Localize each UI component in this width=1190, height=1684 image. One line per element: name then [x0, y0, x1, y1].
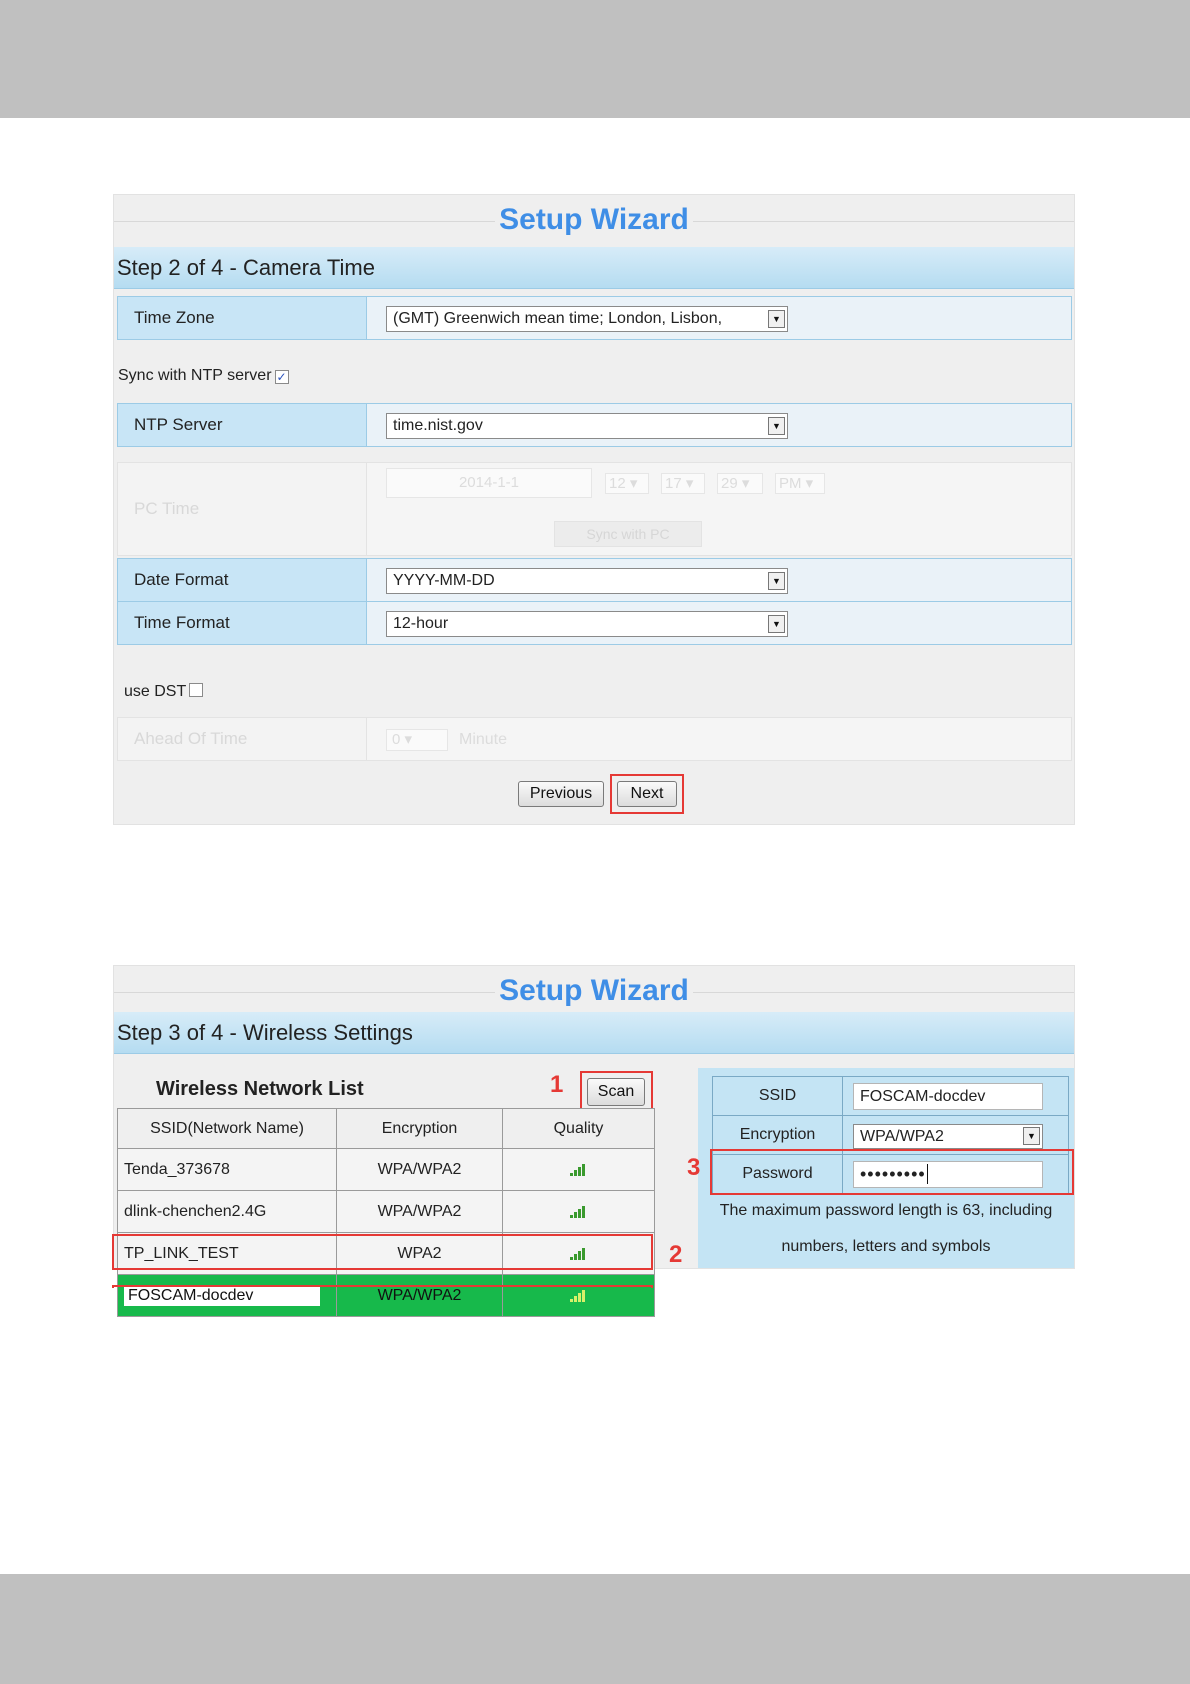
date-format-label: Date Format [118, 559, 367, 601]
selected-row-highlight-box [112, 1234, 653, 1270]
table-row-selected[interactable]: FOSCAM-docdev WPA/WPA2 [117, 1274, 655, 1317]
previous-button[interactable]: Previous [518, 781, 604, 807]
table-row[interactable]: Tenda_373678 WPA/WPA2 [117, 1148, 655, 1191]
table-header-row: SSID(Network Name) Encryption Quality [117, 1108, 655, 1149]
sync-ntp-label: Sync with NTP server [118, 367, 272, 384]
chevron-down-icon: ▼ [768, 417, 785, 435]
wizard-title: Setup Wizard [495, 203, 693, 236]
wizard-title: Setup Wizard [495, 974, 693, 1007]
bottom-band [0, 1574, 1190, 1684]
signal-strength-icon [569, 1204, 588, 1219]
time-format-select[interactable]: 12-hour ▼ [386, 611, 788, 637]
chevron-down-icon: ▼ [768, 572, 785, 590]
network-encryption: WPA/WPA2 [336, 1148, 503, 1191]
time-format-label: Time Format [118, 602, 367, 644]
encryption-select[interactable]: WPA/WPA2 ▼ [853, 1124, 1043, 1149]
column-header-encryption: Encryption [336, 1108, 503, 1149]
step-header: Step 2 of 4 - Camera Time [114, 247, 1074, 289]
pc-minute-select: 17 ▾ [661, 473, 705, 494]
minute-unit-label: Minute [459, 731, 508, 748]
ssid-label: SSID [712, 1076, 843, 1116]
time-zone-select[interactable]: (GMT) Greenwich mean time; London, Lisbo… [386, 306, 788, 332]
step-header: Step 3 of 4 - Wireless Settings [114, 1012, 1074, 1054]
column-header-ssid: SSID(Network Name) [117, 1108, 337, 1149]
time-zone-label: Time Zone [118, 297, 367, 339]
network-encryption: WPA/WPA2 [336, 1274, 503, 1317]
use-dst-checkbox[interactable] [189, 683, 204, 697]
pc-second-select: 29 ▾ [717, 473, 763, 494]
network-ssid: Tenda_373678 [117, 1148, 337, 1191]
password-highlight-box [710, 1149, 1074, 1195]
next-highlight-box [610, 774, 684, 814]
top-band [0, 0, 1190, 118]
sync-with-pc-button: Sync with PC [554, 521, 702, 547]
pc-hour-select: 12 ▾ [605, 473, 649, 494]
chevron-down-icon: ▼ [768, 615, 785, 633]
callout-3: 3 [687, 1154, 701, 1181]
pc-date-input: 2014-1-1 [386, 468, 592, 498]
use-dst-option: use DST [124, 683, 204, 701]
callout-2: 2 [669, 1241, 683, 1268]
wireless-list-title: Wireless Network List [156, 1078, 364, 1100]
chevron-down-icon: ▼ [768, 310, 785, 328]
sync-ntp-option: Sync with NTP server ✓ [118, 367, 289, 385]
step3-wizard-panel: Setup Wizard Step 3 of 4 - Wireless Sett… [112, 965, 1075, 1317]
password-note-line2: numbers, letters and symbols [781, 1238, 991, 1255]
selected-row-highlight-top [112, 1285, 653, 1288]
callout-1: 1 [550, 1071, 564, 1098]
use-dst-label: use DST [124, 683, 187, 700]
date-format-row: Date Format YYYY-MM-DD ▼ [117, 558, 1072, 602]
chevron-down-icon: ▼ [1023, 1127, 1040, 1145]
network-ssid: FOSCAM-docdev [124, 1285, 320, 1306]
sync-ntp-checkbox[interactable]: ✓ [274, 370, 289, 384]
scan-highlight-box [580, 1071, 653, 1113]
ntp-server-label: NTP Server [118, 404, 367, 446]
ahead-of-time-row: Ahead Of Time 0 ▾ Minute [117, 717, 1072, 761]
ahead-of-time-select: 0 ▾ [386, 729, 448, 751]
step2-wizard-panel: Setup Wizard Step 2 of 4 - Camera Time T… [113, 194, 1075, 825]
time-zone-row: Time Zone (GMT) Greenwich mean time; Lon… [117, 296, 1072, 340]
table-row[interactable]: dlink-chenchen2.4G WPA/WPA2 [117, 1190, 655, 1233]
signal-strength-icon [569, 1288, 588, 1303]
ntp-server-row: NTP Server time.nist.gov ▼ [117, 403, 1072, 447]
signal-strength-icon [569, 1162, 588, 1177]
pc-time-row: PC Time 2014-1-1 12 ▾ 17 ▾ 29 ▾ PM ▾ Syn… [117, 462, 1072, 556]
time-format-row: Time Format 12-hour ▼ [117, 601, 1072, 645]
ssid-field[interactable]: FOSCAM-docdev [853, 1083, 1043, 1110]
column-header-quality: Quality [502, 1108, 655, 1149]
date-format-select[interactable]: YYYY-MM-DD ▼ [386, 568, 788, 594]
ntp-server-select[interactable]: time.nist.gov ▼ [386, 413, 788, 439]
network-encryption: WPA/WPA2 [336, 1190, 503, 1233]
ahead-of-time-label: Ahead Of Time [118, 718, 367, 760]
password-note-line1: The maximum password length is 63, inclu… [719, 1202, 1053, 1219]
network-ssid: dlink-chenchen2.4G [117, 1190, 337, 1233]
pc-time-label: PC Time [118, 463, 367, 555]
pc-ampm-select: PM ▾ [775, 473, 825, 494]
